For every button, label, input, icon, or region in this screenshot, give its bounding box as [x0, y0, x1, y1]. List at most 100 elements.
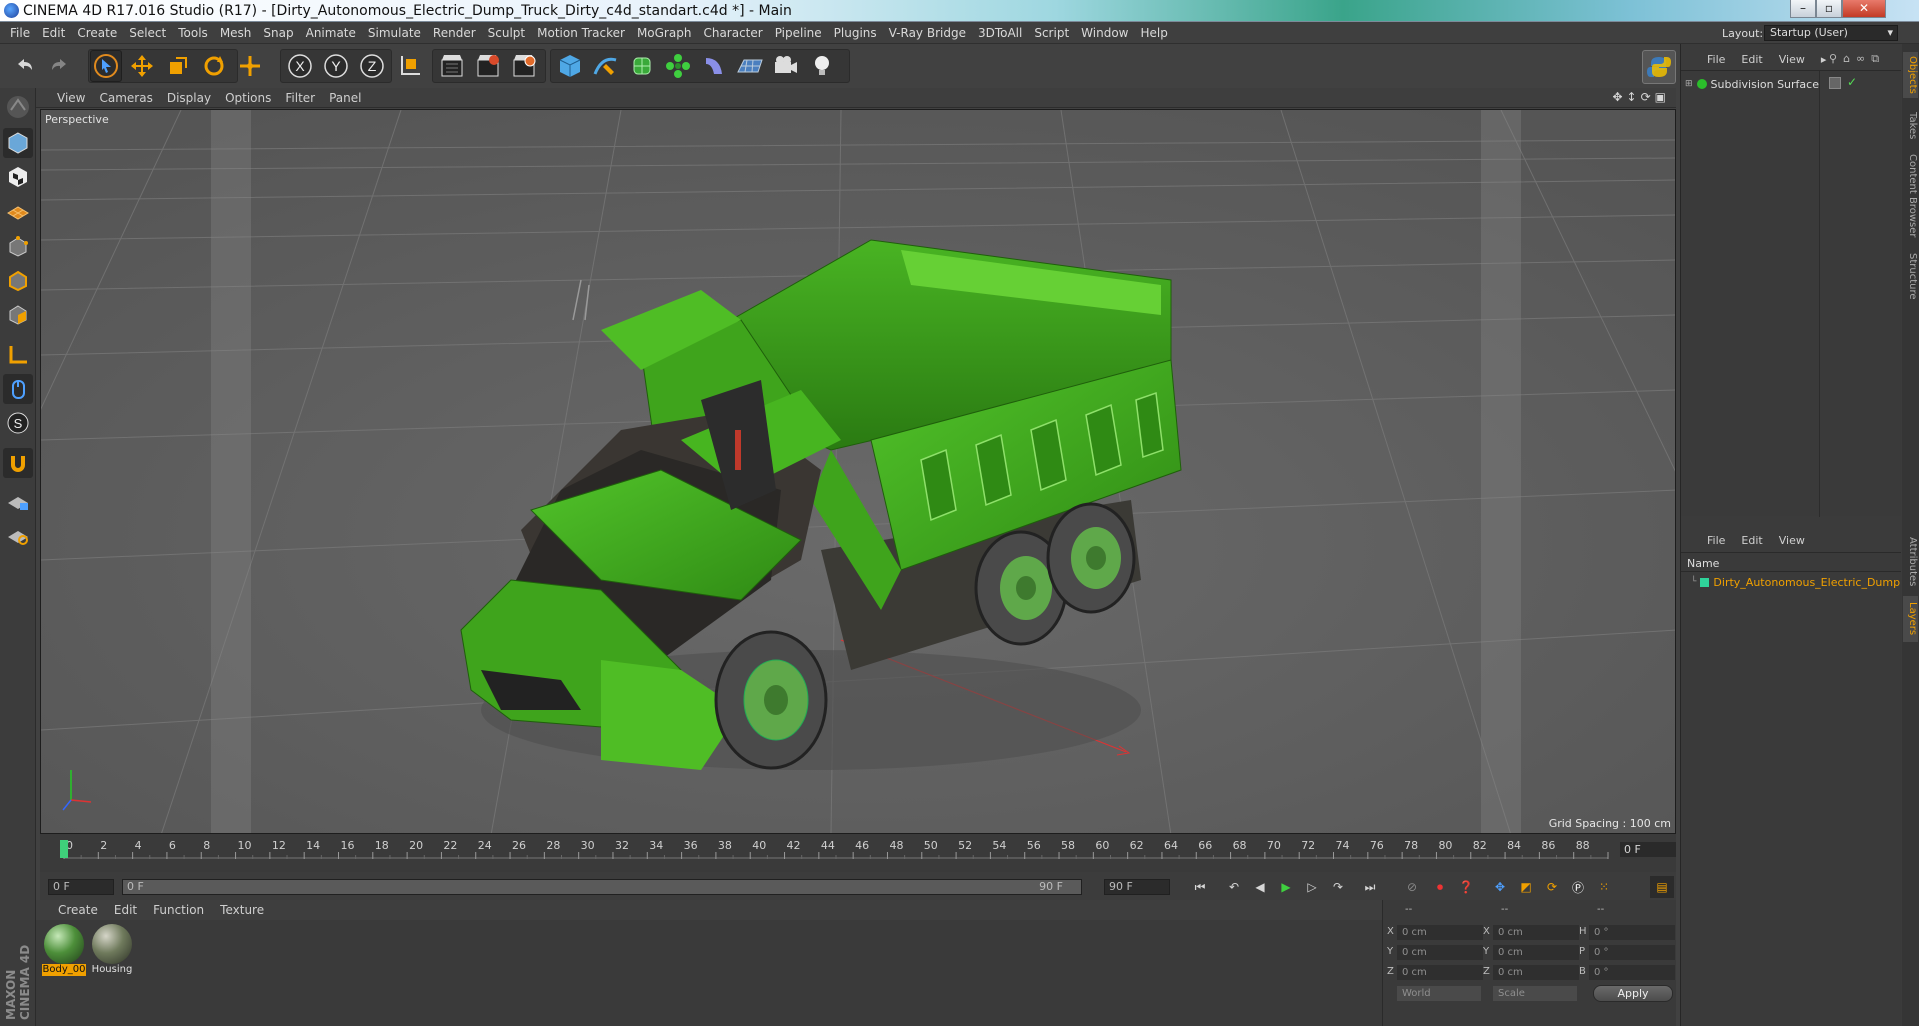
snap-button[interactable]: S: [3, 408, 33, 438]
menu-vray-bridge[interactable]: V-Ray Bridge: [883, 22, 972, 44]
key-position-button[interactable]: ✥: [1488, 876, 1512, 898]
expand-icon[interactable]: ⊞: [1685, 79, 1693, 89]
material-menu-create[interactable]: Create: [50, 900, 106, 920]
key-rotation-button[interactable]: ⟳: [1540, 876, 1564, 898]
apply-button[interactable]: Apply: [1593, 985, 1673, 1002]
frame-ruler[interactable]: 0 2 4 6 8 10 12 14 16 18 20 22 24 26 28 30 32 34 36 38 40 42 4…: [50, 838, 1610, 860]
z-axis-button[interactable]: Z: [356, 50, 388, 82]
python-button[interactable]: [1642, 50, 1676, 84]
menu-mograph[interactable]: MoGraph: [631, 22, 698, 44]
pen-button[interactable]: [590, 50, 622, 82]
perspective-viewport[interactable]: Perspective Grid Spacing : 100 cm: [40, 109, 1676, 834]
lock-workplane-button[interactable]: [3, 486, 33, 516]
palette-grip-button[interactable]: [3, 92, 33, 122]
size-mode-select[interactable]: Scale: [1493, 986, 1577, 1001]
menu-pipeline[interactable]: Pipeline: [769, 22, 828, 44]
start-frame-field[interactable]: 0 F: [48, 879, 114, 895]
menu-character[interactable]: Character: [697, 22, 768, 44]
menu-script[interactable]: Script: [1028, 22, 1075, 44]
tweak-mode-button[interactable]: [3, 374, 33, 404]
pan-view-icon[interactable]: ✥: [1612, 90, 1622, 104]
keyframe-button[interactable]: ⊘: [1400, 876, 1424, 898]
maximize-button[interactable]: ▫: [1816, 0, 1842, 18]
layers-menu-view[interactable]: View: [1771, 532, 1813, 550]
polygons-mode-button[interactable]: [3, 300, 33, 330]
cube-button[interactable]: [554, 50, 586, 82]
menu-motion-tracker[interactable]: Motion Tracker: [531, 22, 631, 44]
points-mode-button[interactable]: [3, 232, 33, 262]
viewport-menu-view[interactable]: View: [50, 88, 92, 108]
frame-range-slider[interactable]: 0 F 90 F: [122, 879, 1082, 895]
material-swatch[interactable]: Housing: [90, 924, 134, 976]
timeline-ruler[interactable]: 0 2 4 6 8 10 12 14 16 18 20 22 24 26 28 30 32 34 36 38 40 42 4…: [40, 834, 1676, 872]
menu-select[interactable]: Select: [123, 22, 172, 44]
objects-menu-view[interactable]: View: [1771, 51, 1813, 69]
current-frame-field[interactable]: 0 F: [1620, 842, 1676, 857]
tab-objects[interactable]: Objects: [1903, 52, 1918, 98]
coordinate-system-button[interactable]: [394, 50, 426, 82]
tab-content-browser[interactable]: Content Browser: [1903, 150, 1918, 242]
layer-color-swatch[interactable]: [1700, 577, 1710, 587]
new-window-icon[interactable]: ⧉: [1871, 52, 1879, 66]
pos-y-field[interactable]: 0 cm: [1397, 945, 1483, 960]
menu-mesh[interactable]: Mesh: [214, 22, 258, 44]
x-axis-button[interactable]: X: [284, 50, 316, 82]
pos-x-field[interactable]: 0 cm: [1397, 925, 1483, 940]
rot-h-field[interactable]: 0 °: [1589, 925, 1675, 940]
size-x-field[interactable]: 0 cm: [1493, 925, 1579, 940]
planar-workplane-button[interactable]: [3, 520, 33, 550]
menu-simulate[interactable]: Simulate: [362, 22, 427, 44]
key-pla-button[interactable]: ⁙: [1592, 876, 1616, 898]
subdivision-button[interactable]: [626, 50, 658, 82]
cloner-button[interactable]: [662, 50, 694, 82]
coordinate-mode-select[interactable]: World: [1397, 986, 1481, 1001]
deformer-button[interactable]: [698, 50, 730, 82]
texture-mode-button[interactable]: [3, 162, 33, 192]
redo-button[interactable]: [44, 50, 76, 82]
end-frame-field[interactable]: 90 F: [1104, 879, 1170, 895]
enabled-check-icon[interactable]: ✓: [1847, 75, 1857, 89]
menu-sculpt[interactable]: Sculpt: [482, 22, 531, 44]
menu-file[interactable]: File: [4, 22, 36, 44]
viewport-menu-display[interactable]: Display: [160, 88, 218, 108]
next-frame-button[interactable]: ▷: [1300, 876, 1324, 898]
tab-structure[interactable]: Structure: [1903, 248, 1918, 304]
key-scale-button[interactable]: ◩: [1514, 876, 1538, 898]
play-button[interactable]: ▶: [1274, 876, 1298, 898]
material-menu-function[interactable]: Function: [145, 900, 212, 920]
viewport-menu-filter[interactable]: Filter: [278, 88, 322, 108]
layout-select[interactable]: Startup (User) ▾: [1764, 25, 1898, 41]
maximize-view-icon[interactable]: ▣: [1655, 90, 1666, 104]
move-tool-button[interactable]: [126, 50, 158, 82]
menu-plugins[interactable]: Plugins: [828, 22, 883, 44]
menu-help[interactable]: Help: [1134, 22, 1173, 44]
undo-button[interactable]: [8, 50, 40, 82]
y-axis-button[interactable]: Y: [320, 50, 352, 82]
edges-mode-button[interactable]: [3, 266, 33, 296]
visibility-toggle[interactable]: [1829, 77, 1841, 89]
menu-snap[interactable]: Snap: [257, 22, 299, 44]
menu-window[interactable]: Window: [1075, 22, 1134, 44]
axis-mode-button[interactable]: [3, 340, 33, 370]
viewport-menu-cameras[interactable]: Cameras: [92, 88, 159, 108]
prev-frame-button[interactable]: ◀: [1248, 876, 1272, 898]
menu-tools[interactable]: Tools: [172, 22, 214, 44]
size-z-field[interactable]: 0 cm: [1493, 965, 1579, 980]
layer-row[interactable]: └ Dirty_Autonomous_Electric_Dump: [1691, 574, 1901, 590]
playhead[interactable]: [60, 840, 68, 858]
orbit-view-icon[interactable]: ⟳: [1641, 90, 1651, 104]
rot-b-field[interactable]: 0 °: [1589, 965, 1675, 980]
model-mode-button[interactable]: [3, 128, 33, 158]
material-swatch[interactable]: Body_00: [42, 924, 86, 976]
auto-key-button[interactable]: ❓: [1454, 876, 1478, 898]
tab-takes[interactable]: Takes: [1903, 106, 1918, 146]
rotate-tool-button[interactable]: [198, 50, 230, 82]
rot-p-field[interactable]: 0 °: [1589, 945, 1675, 960]
tab-layers[interactable]: Layers: [1903, 596, 1918, 642]
dolly-view-icon[interactable]: ↕: [1627, 90, 1637, 104]
goto-start-button[interactable]: ⏮: [1188, 876, 1212, 898]
render-view-button[interactable]: [436, 50, 468, 82]
object-row[interactable]: ⊞ Subdivision Surface ✓: [1685, 75, 1899, 93]
render-settings-button[interactable]: [508, 50, 540, 82]
record-button[interactable]: ⏺: [1428, 876, 1452, 898]
